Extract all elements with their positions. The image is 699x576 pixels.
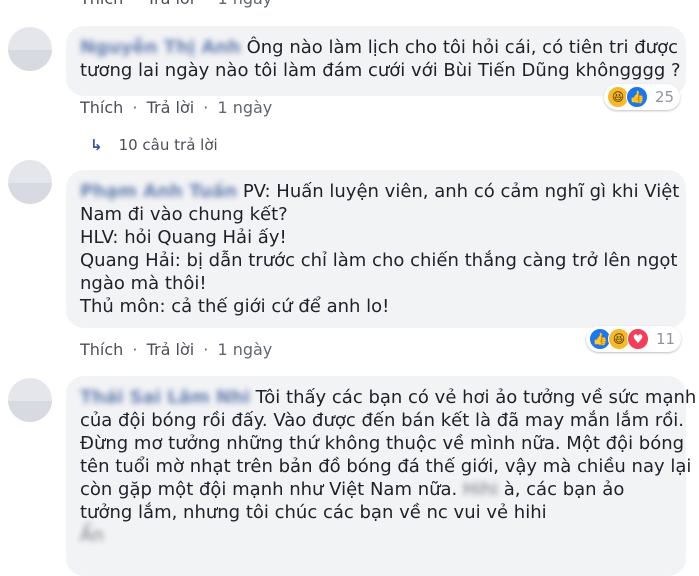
avatar[interactable] [8,378,52,422]
comment-actions: Thích · Trả lời · 1 ngày [80,340,272,359]
comment-text: Thái Sai Lâm Nhi Tôi thấy các bạn có vẻ … [80,387,697,546]
separator: · [203,340,209,359]
hidden-word: Hihi [463,479,498,500]
top-action-row: Thích · Trả lời · 1 ngày [80,0,272,8]
truncated-line: Ẩn [80,525,104,546]
like-link[interactable]: Thích [80,340,123,359]
comment-actions: Thích · Trả lời · 1 ngày [80,98,272,117]
timestamp[interactable]: 1 ngày [217,340,272,359]
commenter-name[interactable]: Nguyễn Thị Anh [80,37,241,58]
like-link[interactable]: Thích [80,98,123,117]
view-replies-link[interactable]: ↳ 10 câu trả lời [90,136,218,154]
like-reaction-icon: 👍 [626,86,648,108]
like-link[interactable]: Thích [80,0,123,8]
reaction-summary[interactable]: 👍 😆 ♥ 11 [586,326,682,352]
timestamp[interactable]: 1 ngày [217,98,272,117]
reaction-count: 11 [656,330,676,348]
avatar[interactable] [8,160,52,204]
timestamp[interactable]: 1 ngày [217,0,272,8]
commenter-name[interactable]: Thái Sai Lâm Nhi [80,387,250,408]
reply-link[interactable]: Trả lời [147,340,195,359]
avatar[interactable] [8,27,52,71]
reaction-count: 25 [655,88,675,106]
separator: · [132,0,137,8]
separator: · [132,340,138,359]
separator: · [203,98,209,117]
reply-link[interactable]: Trả lời [147,0,195,8]
commenter-name[interactable]: Phạm Anh Tuấn [80,181,237,202]
reply-link[interactable]: Trả lời [147,98,195,117]
love-reaction-icon: ♥ [627,328,649,350]
separator: · [132,98,138,117]
replies-count-label: 10 câu trả lời [118,136,218,154]
separator: · [203,0,208,8]
comment-text: Nguyễn Thị Anh Ông nào làm lịch cho tôi … [80,37,681,81]
comment-text: Phạm Anh Tuấn PV: Huấn luyện viên, anh c… [80,181,680,317]
reply-arrow-icon: ↳ [90,136,103,154]
reaction-summary[interactable]: 😆 👍 25 [604,84,681,110]
